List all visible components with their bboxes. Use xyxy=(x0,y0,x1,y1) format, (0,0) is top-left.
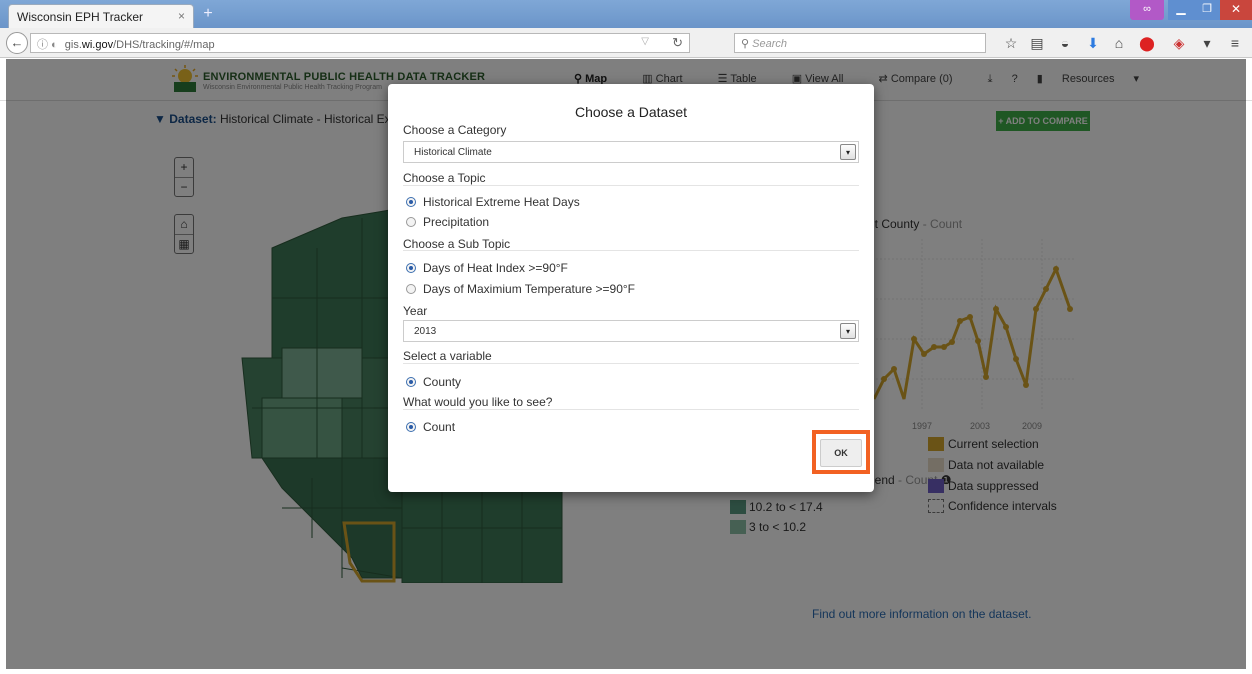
divider xyxy=(403,409,859,410)
extension-dropdown-icon[interactable]: ▾ xyxy=(1198,35,1216,51)
search-placeholder: Search xyxy=(752,38,787,50)
new-tab-button[interactable]: + xyxy=(198,4,218,24)
subtopic-label: Choose a Sub Topic xyxy=(403,237,511,251)
radio-unselected[interactable] xyxy=(406,284,416,294)
year-value: 2013 xyxy=(414,326,437,337)
tab-close-icon[interactable]: × xyxy=(178,9,185,23)
category-select[interactable]: Historical Climate ▾ xyxy=(403,141,859,163)
minimize-button[interactable]: ▁ xyxy=(1168,0,1194,20)
topic-option-precipitation[interactable]: Precipitation xyxy=(406,215,489,229)
adblock-icon[interactable]: ⬤ xyxy=(1138,35,1156,51)
see-label: What would you like to see? xyxy=(403,395,553,409)
modal-title: Choose a Dataset xyxy=(574,104,688,120)
pocket-save-icon[interactable]: ◒ xyxy=(1056,35,1074,51)
year-label: Year xyxy=(403,304,428,318)
category-value: Historical Climate xyxy=(414,147,492,158)
reading-list-icon[interactable]: ▤ xyxy=(1028,35,1046,51)
url-prefix: gis. xyxy=(64,39,82,51)
radio-unselected[interactable] xyxy=(406,217,416,227)
search-icon: ⚲ xyxy=(741,38,753,50)
download-icon[interactable]: ⬇ xyxy=(1084,35,1102,51)
close-window-button[interactable]: ✕ xyxy=(1220,0,1252,20)
divider xyxy=(403,363,859,364)
browser-tab[interactable]: Wisconsin EPH Tracker × xyxy=(8,4,194,28)
home-icon[interactable]: ⌂ xyxy=(1110,35,1128,51)
url-dropdown-icon[interactable]: ▽ xyxy=(641,36,649,47)
ok-button-highlight: OK xyxy=(812,430,870,474)
back-button[interactable]: ← xyxy=(6,32,28,54)
radio-selected[interactable] xyxy=(406,263,416,273)
radio-selected[interactable] xyxy=(406,377,416,387)
url-path: /DHS/tracking/#/map xyxy=(113,39,215,51)
divider xyxy=(403,250,859,251)
browser-nav-bar: ← ⓘ ◐ gis.wi.gov/DHS/tracking/#/map ▽ ↻ … xyxy=(0,28,1252,58)
chevron-down-icon[interactable]: ▾ xyxy=(840,323,856,339)
url-bar[interactable]: ⓘ ◐ gis.wi.gov/DHS/tracking/#/map ▽ ↻ xyxy=(30,33,690,53)
divider xyxy=(403,185,859,186)
variable-option-county[interactable]: County xyxy=(406,375,461,389)
search-input[interactable]: ⚲ Search xyxy=(734,33,986,53)
chevron-down-icon[interactable]: ▾ xyxy=(840,144,856,160)
subtopic-option-heat-index[interactable]: Days of Heat Index >=90°F xyxy=(406,261,568,275)
reload-icon[interactable]: ↻ xyxy=(672,35,683,51)
extension-icon[interactable]: ◈ xyxy=(1170,35,1188,51)
variable-label: Select a variable xyxy=(403,349,492,363)
site-info-icon[interactable]: ⓘ ◐ xyxy=(37,39,58,51)
url-domain: wi.gov xyxy=(81,39,114,51)
topic-label: Choose a Topic xyxy=(403,171,486,185)
topic-option-extreme-heat[interactable]: Historical Extreme Heat Days xyxy=(406,195,580,209)
choose-dataset-modal: Choose a Dataset Choose a Category Histo… xyxy=(388,84,874,492)
tab-title: Wisconsin EPH Tracker xyxy=(17,10,144,24)
radio-selected[interactable] xyxy=(406,197,416,207)
browser-title-bar: Wisconsin EPH Tracker × + ∞ ▁ ❐ ✕ xyxy=(0,0,1252,28)
category-label: Choose a Category xyxy=(403,123,507,137)
year-select[interactable]: 2013 ▾ xyxy=(403,320,859,342)
bookmark-star-icon[interactable]: ☆ xyxy=(1002,35,1020,51)
see-option-count[interactable]: Count xyxy=(406,420,455,434)
maximize-button[interactable]: ❐ xyxy=(1194,0,1220,20)
radio-selected[interactable] xyxy=(406,422,416,432)
menu-icon[interactable]: ≡ xyxy=(1226,35,1244,51)
ok-button[interactable]: OK xyxy=(820,439,862,467)
pocket-icon[interactable]: ∞ xyxy=(1130,0,1164,20)
subtopic-option-max-temp[interactable]: Days of Maximium Temperature >=90°F xyxy=(406,282,635,296)
